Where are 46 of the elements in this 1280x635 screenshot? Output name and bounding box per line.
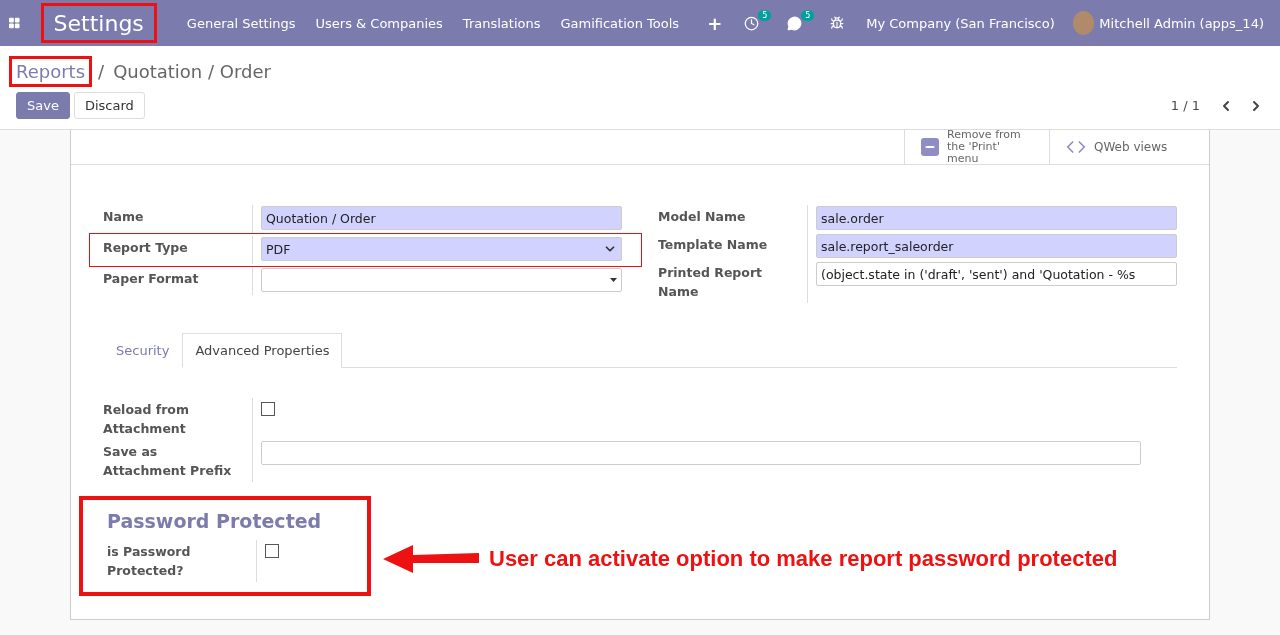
section-title: Password Protected: [107, 510, 323, 532]
count-badge: 5: [758, 9, 772, 21]
menu-item[interactable]: Translations: [462, 15, 541, 31]
field-label: Paper Format: [103, 267, 253, 295]
chat-icon[interactable]: [787, 15, 803, 31]
field-label: Save as Attachment Prefix: [103, 440, 253, 482]
field-label: Model Name: [658, 205, 808, 233]
menu-item[interactable]: Users & Companies: [315, 15, 443, 31]
count-badge: 5: [801, 9, 815, 21]
menu-item[interactable]: Gamification Tools: [560, 15, 680, 31]
add-icon[interactable]: +: [707, 12, 723, 34]
qweb-views-button[interactable]: QWeb views: [1049, 130, 1189, 164]
field-label: Name: [103, 205, 253, 233]
input-field[interactable]: sale.order: [816, 206, 1177, 230]
input-field[interactable]: sale.report_saleorder: [816, 234, 1177, 258]
app-title[interactable]: Settings: [40, 3, 157, 43]
field-label: is Password Protected?: [107, 540, 257, 582]
breadcrumb-link[interactable]: Reports: [9, 55, 93, 87]
arrow-icon: [383, 545, 479, 573]
bug-icon[interactable]: [830, 16, 845, 30]
menu-item[interactable]: General Settings: [186, 15, 296, 31]
discard-button[interactable]: Discard: [73, 92, 145, 119]
minus-icon: [921, 138, 939, 156]
user-menu[interactable]: Mitchell Admin (apps_14): [1099, 15, 1264, 31]
field-label: Printed Report Name: [658, 261, 808, 303]
field-label: Template Name: [658, 233, 808, 261]
toggle-button[interactable]: Remove from the 'Print' menu: [904, 130, 1049, 164]
dropdown-field[interactable]: [261, 268, 622, 292]
clock-icon[interactable]: [744, 15, 760, 31]
company-switcher[interactable]: My Company (San Francisco): [866, 15, 1055, 31]
caret-icon: [610, 278, 617, 282]
tab[interactable]: Advanced Properties: [182, 333, 343, 368]
input-field[interactable]: Quotation / Order: [261, 206, 622, 230]
save-button[interactable]: Save: [16, 92, 70, 119]
input-field[interactable]: [261, 441, 1141, 465]
field-label: Report Type: [103, 236, 253, 264]
pager-value: 1 / 1: [1170, 98, 1200, 113]
input-field[interactable]: (object.state in ('draft', 'sent') and 'Quotation - %s: [816, 262, 1177, 286]
breadcrumb-item: Quotation / Order: [112, 59, 272, 84]
apps-menu-icon[interactable]: [8, 16, 21, 30]
annotation-text: User can activate option to make report password protected: [489, 546, 1118, 572]
checkbox[interactable]: [261, 402, 275, 416]
checkbox[interactable]: [265, 544, 279, 558]
field-label: Reload from Attachment: [103, 398, 253, 440]
select-field[interactable]: PDF: [261, 237, 622, 261]
breadcrumb-separator: /: [98, 60, 105, 82]
